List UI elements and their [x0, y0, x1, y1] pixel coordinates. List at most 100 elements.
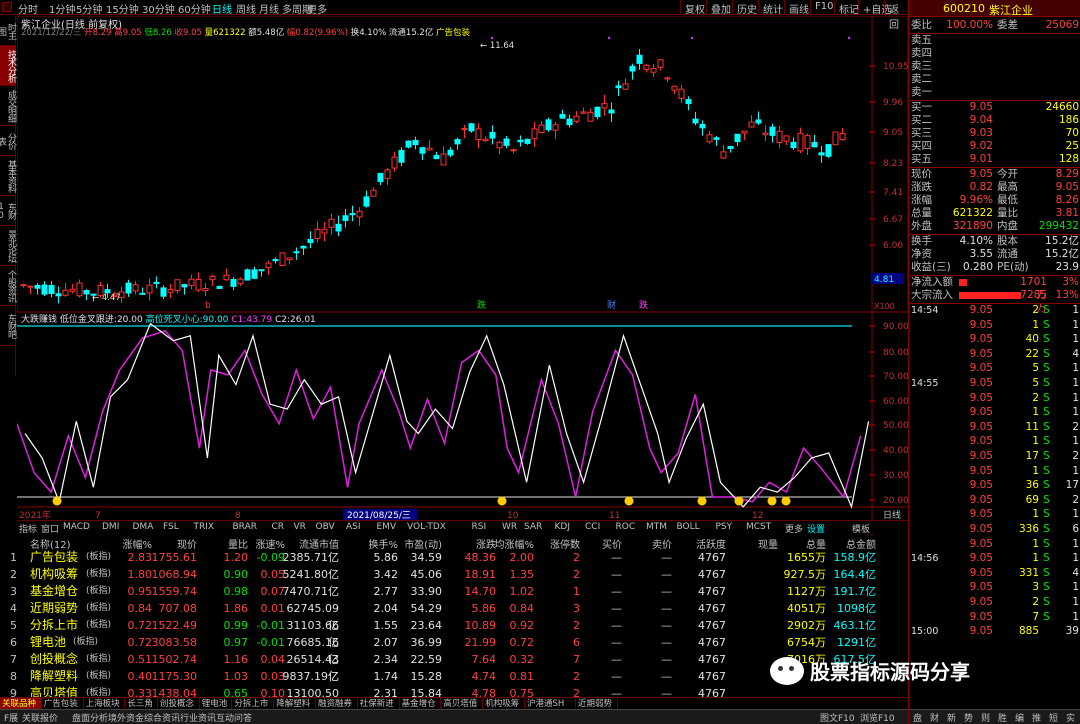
- indicator-tab-19[interactable]: ROC: [616, 522, 636, 532]
- table-row[interactable]: 4 近期弱势 (板指) 0.84 707.08 1.86 0.01 62745.09亿 2.04…: [0, 600, 908, 632]
- table-row[interactable]: 2 机构吸筹 (板指) 1.80 1068.94 0.90 0.05 5241.80亿 3.42…: [0, 566, 908, 583]
- quote-tab-4[interactable]: 则: [981, 711, 990, 724]
- indicator-tab-20[interactable]: MTM: [646, 522, 667, 532]
- table-row[interactable]: 3 基金增仓 (板指) 0.95 1559.74 0.98 0.07 7470.71亿 2.77…: [0, 583, 908, 600]
- status-item-2[interactable]: 盘面分析: [72, 711, 108, 724]
- cell-mv: 7470.71亿: [282, 585, 340, 598]
- indicator-tab-13[interactable]: VOL-TDX: [407, 522, 446, 532]
- quote-tab-6[interactable]: 编: [1015, 711, 1024, 724]
- period-tab-0[interactable]: 分时: [18, 1, 38, 16]
- indicator-tab-12[interactable]: EMV: [377, 522, 397, 532]
- status-item-1[interactable]: 关联报价: [22, 711, 58, 724]
- table-row[interactable]: 5 分拆上市 (板指) 0.72 1522.49 0.99 -0.01 31103.66亿 1.…: [0, 617, 908, 649]
- period-tab-8[interactable]: 月线: [259, 1, 279, 16]
- indicator-tab-14[interactable]: RSI: [472, 522, 487, 532]
- left-nav-item-3[interactable]: 分价表: [0, 126, 16, 156]
- table-row[interactable]: 1 广告包装 (板指) 2.83 1755.61 1.20 -0.09 2385.71亿 5.8…: [0, 549, 908, 566]
- tick-vol: 331: [1018, 566, 1039, 579]
- event-marker-1[interactable]: 跌: [477, 300, 486, 311]
- period-tab-10[interactable]: 更多: [307, 1, 327, 16]
- indicator-tab-18[interactable]: CCI: [585, 522, 600, 532]
- indicator-tab-2[interactable]: MACD: [63, 522, 90, 532]
- candle-body-62: [454, 139, 461, 145]
- indicator-tab-0[interactable]: 指标: [19, 522, 37, 535]
- status-item-0[interactable]: F展: [4, 711, 18, 724]
- quote-tab-7[interactable]: 推: [1032, 711, 1041, 724]
- indicator-tab-6[interactable]: TRIX: [194, 522, 215, 532]
- period-tab-4[interactable]: 30分钟: [142, 1, 175, 16]
- left-nav-item-0[interactable]: 时主图: [0, 16, 16, 46]
- left-nav-item-4[interactable]: 基本资料: [0, 156, 16, 196]
- status-item-8[interactable]: 浏览F10: [860, 711, 895, 724]
- indicator-tab-4[interactable]: DMA: [133, 522, 154, 532]
- toolbar-btn-2[interactable]: 历史: [732, 0, 761, 16]
- event-marker-0[interactable]: b: [205, 301, 211, 311]
- indicator-tab-24[interactable]: 更多: [785, 522, 803, 535]
- table-row[interactable]: 6 锂电池 (板指) 0.72 3083.58 0.97 -0.01 76685.16亿 2.0…: [0, 634, 908, 666]
- left-nav-item-1[interactable]: 技术分析: [0, 46, 16, 86]
- indicator-tab-8[interactable]: CR: [272, 522, 285, 532]
- left-nav-item-6[interactable]: 景北论坛: [0, 226, 16, 266]
- indicator-tab-23[interactable]: MCST: [746, 522, 771, 532]
- candle-body-21: [167, 288, 174, 293]
- quote-tab-3[interactable]: 势: [964, 711, 973, 724]
- indicator-tab-21[interactable]: BOLL: [677, 522, 700, 532]
- left-nav-item-8[interactable]: 东财吧: [0, 306, 16, 346]
- toolbar-btn-1[interactable]: 叠加: [706, 0, 735, 16]
- period-tab-3[interactable]: 15分钟: [106, 1, 139, 16]
- indicator-tab-17[interactable]: KDJ: [555, 522, 571, 532]
- indicator-tab-16[interactable]: SAR: [524, 522, 542, 532]
- indicator-tab-3[interactable]: DMI: [102, 522, 119, 532]
- quote-tab-9[interactable]: 实: [1066, 711, 1075, 724]
- indicator-tab-7[interactable]: BRAR: [233, 522, 257, 532]
- toolbar-btn-0[interactable]: 复权: [680, 0, 709, 16]
- candle-body-2: [34, 284, 41, 289]
- toolbar-btn-3[interactable]: 统计: [758, 0, 787, 16]
- indicator-tab-26[interactable]: 模板: [852, 522, 870, 535]
- candle-body-97: [699, 123, 706, 129]
- period-tab-2[interactable]: 5分钟: [76, 1, 102, 16]
- indicator-tab-15[interactable]: WR: [502, 522, 517, 532]
- candle-body-84: [608, 109, 615, 114]
- status-item-6[interactable]: 互动问答: [216, 711, 252, 724]
- left-nav-item-2[interactable]: 成交明细: [0, 86, 16, 126]
- kline-chart-area[interactable]: 10.95 9.96 9.05 8.23 7.41 6.67 6.00 4.81 X100 ← 1…: [17, 16, 908, 536]
- period-tab-5[interactable]: 60分钟: [178, 1, 211, 16]
- quote-tab-2[interactable]: 新: [947, 711, 956, 724]
- event-marker-2[interactable]: 财: [607, 299, 616, 311]
- status-item-4[interactable]: 综合资讯: [144, 711, 180, 724]
- quote-tab-1[interactable]: 财: [930, 711, 939, 724]
- period-tab-7[interactable]: 周线: [236, 1, 256, 16]
- quote-tab-8[interactable]: 短: [1049, 711, 1058, 724]
- status-item-3[interactable]: 境外资金: [108, 711, 144, 724]
- tick-dir: S: [1043, 304, 1050, 316]
- kline-svg[interactable]: 10.95 9.96 9.05 8.23 7.41 6.67 6.00 4.81 X100 ← 1…: [17, 16, 908, 536]
- indicator-tab-11[interactable]: ASI: [346, 522, 361, 532]
- indicator-tab-1[interactable]: 窗口: [41, 522, 59, 535]
- left-nav-item-5[interactable]: 东财10: [0, 196, 16, 226]
- status-item-5[interactable]: 行业资讯: [180, 711, 216, 724]
- indicator-tab-25[interactable]: 设置: [807, 522, 825, 535]
- period-tab-1[interactable]: 1分钟: [49, 1, 75, 16]
- tick-price: 9.05: [969, 566, 993, 579]
- status-item-7[interactable]: 图文F10: [820, 711, 855, 724]
- event-marker-3[interactable]: 跌: [639, 300, 648, 311]
- indicator-tab-5[interactable]: FSL: [163, 522, 179, 532]
- toolbar-btn-4[interactable]: 画线: [784, 0, 813, 16]
- candle-body-22: [174, 279, 181, 292]
- menu-icon[interactable]: [2, 2, 12, 12]
- toolbar-btn-8[interactable]: 返回: [884, 0, 908, 31]
- indicator-tab-22[interactable]: PSY: [716, 522, 733, 532]
- indicator-tab-9[interactable]: VR: [294, 522, 306, 532]
- ind-c1-label: C1:: [231, 315, 247, 325]
- bid-row-2-label: 买三: [911, 127, 932, 139]
- left-nav-item-7[interactable]: 个股资讯: [0, 266, 16, 306]
- cell-act: 4767: [698, 653, 726, 666]
- candle-body-56: [412, 139, 419, 146]
- quote-tab-0[interactable]: 盘: [913, 711, 922, 724]
- tick-dir: S: [1043, 566, 1050, 579]
- row-name: 降解塑料: [30, 669, 79, 683]
- indicator-tab-10[interactable]: OBV: [316, 522, 335, 532]
- quote-tab-5[interactable]: 胜: [998, 711, 1007, 724]
- period-tab-6[interactable]: 日线: [212, 1, 232, 16]
